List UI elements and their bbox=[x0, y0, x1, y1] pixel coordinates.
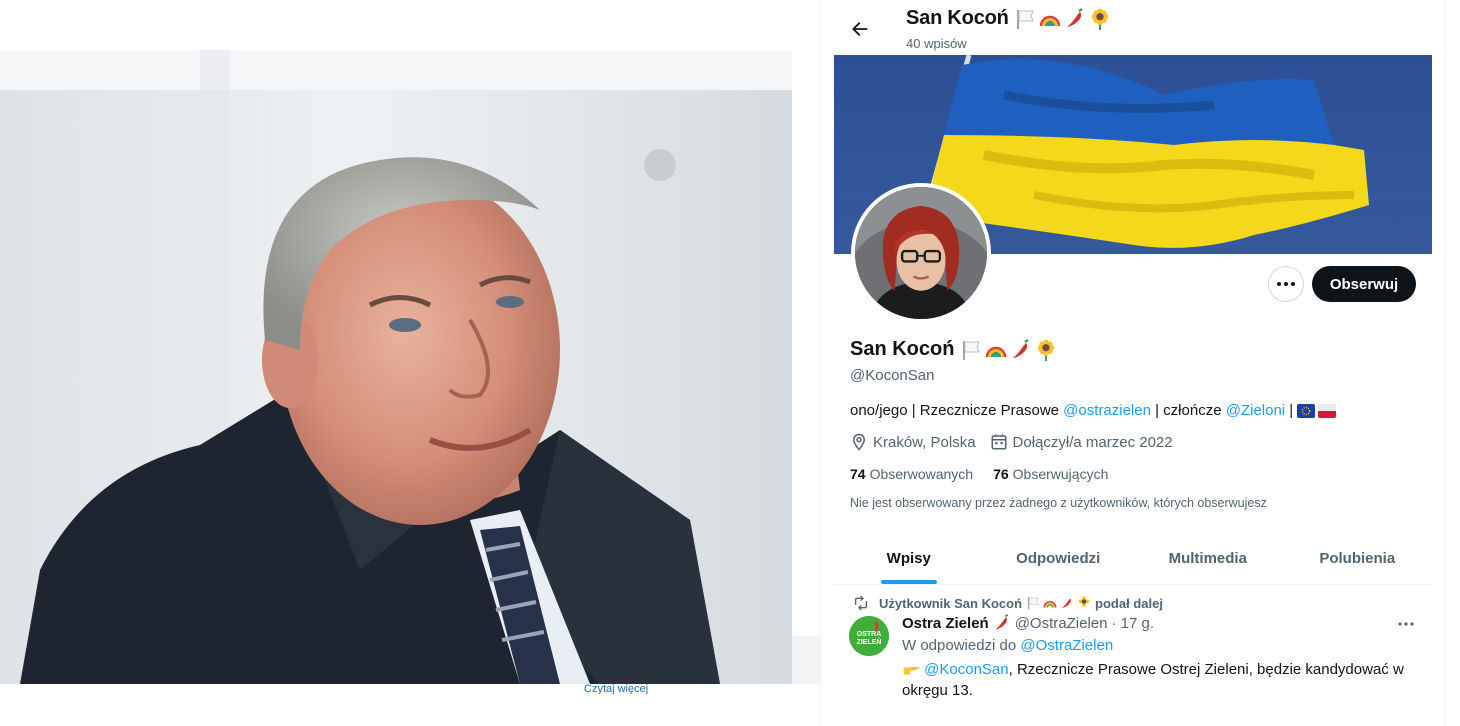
bio-link-zieloni[interactable]: @Zieloni bbox=[1226, 402, 1285, 419]
chili-emoji bbox=[1067, 7, 1083, 27]
logo-text-2: ZIELEŃ bbox=[857, 637, 882, 646]
photo-of-man-in-dark-coat bbox=[0, 50, 792, 684]
chili-emoji bbox=[1061, 598, 1071, 609]
profile-more-button[interactable] bbox=[1268, 266, 1304, 302]
tweet[interactable]: Użytkownik San Kocoń podał dalej OSTRA Z… bbox=[834, 586, 1432, 726]
profile-column: San Kocoń 40 wpisów Obserwuj San Kocoń @… bbox=[820, 0, 1446, 726]
tab-posts[interactable]: Wpisy bbox=[834, 533, 984, 584]
chili-emoji bbox=[1013, 338, 1030, 358]
profile-handle: @KoconSan bbox=[850, 367, 935, 384]
tweet-text: @KoconSan, Rzecznicze Prasowe Ostrej Zie… bbox=[902, 659, 1422, 701]
reply-prefix: W odpowiedzi do bbox=[902, 637, 1017, 654]
location-icon bbox=[852, 433, 866, 451]
rainbow-emoji bbox=[1039, 15, 1061, 27]
not-followed-notice: Nie jest obserwowany przez żadnego z uży… bbox=[850, 496, 1267, 510]
bio-text-3: | bbox=[1285, 402, 1298, 419]
profile-tabs: Wpisy Odpowiedzi Multimedia Polubienia bbox=[834, 533, 1432, 585]
eu-flag-emoji bbox=[1297, 403, 1316, 418]
reply-handle-link[interactable]: @OstraZielen bbox=[1020, 637, 1113, 654]
profile-name-text: San Kocoń bbox=[850, 338, 955, 360]
logo-text-1: OSTRA bbox=[857, 631, 882, 638]
white-flag-emoji bbox=[963, 340, 981, 360]
retweet-suffix: podał dalej bbox=[1095, 595, 1163, 611]
calendar-icon bbox=[991, 434, 1007, 450]
news-photo bbox=[0, 50, 792, 684]
followers-label: Obserwujących bbox=[1012, 466, 1109, 482]
tweet-author-handle[interactable]: @OstraZielen bbox=[1015, 615, 1108, 632]
bio-flags bbox=[1297, 403, 1337, 418]
point-right-emoji bbox=[903, 667, 920, 675]
white-flag-emoji bbox=[1017, 9, 1034, 29]
bio-text-2: | człończe bbox=[1150, 402, 1226, 419]
ostra-zielen-logo: OSTRA ZIELEŃ bbox=[849, 616, 889, 656]
mention-link[interactable]: @KoconSan bbox=[924, 661, 1008, 678]
profile-avatar[interactable] bbox=[851, 183, 991, 323]
sunflower-emoji bbox=[1091, 8, 1109, 30]
profile-meta: Kraków, Polska Dołączył/a marzec 2022 bbox=[850, 433, 1187, 451]
tweet-time[interactable]: · 17 g. bbox=[1111, 615, 1154, 632]
profile-top-bar: San Kocoń 40 wpisów bbox=[821, 0, 1445, 55]
rainbow-emoji bbox=[1043, 600, 1057, 608]
retweet-prefix: Użytkownik San Kocoń bbox=[879, 595, 1023, 611]
retweet-emoji-row bbox=[1026, 596, 1091, 610]
top-bar-title: San Kocoń bbox=[906, 7, 1111, 30]
name-emoji-row bbox=[1014, 7, 1111, 30]
tweet-more-button[interactable] bbox=[1394, 616, 1418, 632]
followers-link[interactable]: 76 Obserwujących bbox=[993, 466, 1108, 482]
tweet-header: Ostra Zieleń @OstraZielen · 17 g. bbox=[902, 614, 1154, 632]
back-arrow-icon bbox=[852, 22, 868, 36]
followers-count: 76 bbox=[993, 466, 1009, 482]
more-icon bbox=[1398, 622, 1414, 626]
joined-text: Dołączył/a marzec 2022 bbox=[1012, 433, 1173, 451]
sunflower-emoji bbox=[1038, 339, 1055, 361]
profile-location: Kraków, Polska bbox=[850, 433, 976, 451]
profile-bio: ono/jego | Rzecznicze Prasowe @ostraziel… bbox=[850, 402, 1337, 419]
white-flag-emoji bbox=[1027, 597, 1039, 610]
profile-stats: 74 Obserwowanych 76 Obserwujących bbox=[850, 466, 1108, 482]
location-text: Kraków, Polska bbox=[873, 433, 976, 451]
photo-edge bbox=[792, 636, 820, 684]
follow-button[interactable]: Obserwuj bbox=[1312, 266, 1416, 302]
retweet-context: Użytkownik San Kocoń podał dalej bbox=[855, 595, 1163, 611]
chili-emoji bbox=[995, 614, 1008, 630]
tweet-author-avatar[interactable]: OSTRA ZIELEŃ bbox=[849, 616, 889, 656]
more-icon bbox=[1277, 282, 1295, 286]
poland-flag-emoji bbox=[1318, 403, 1337, 418]
following-link[interactable]: 74 Obserwowanych bbox=[850, 466, 973, 482]
rainbow-emoji bbox=[986, 346, 1007, 357]
bio-link-ostrazielen[interactable]: @ostrazielen bbox=[1063, 402, 1151, 419]
photo-caption-link[interactable]: Czytaj więcej bbox=[584, 684, 674, 694]
top-bar-name: San Kocoń bbox=[906, 7, 1009, 29]
sunflower-emoji bbox=[1078, 596, 1090, 607]
following-count: 74 bbox=[850, 466, 866, 482]
tweet-author-name[interactable]: Ostra Zieleń bbox=[902, 615, 989, 632]
following-label: Obserwowanych bbox=[869, 466, 974, 482]
retweet-icon bbox=[855, 595, 867, 611]
tab-media[interactable]: Multimedia bbox=[1133, 533, 1283, 584]
post-count: 40 wpisów bbox=[906, 36, 967, 51]
tab-replies[interactable]: Odpowiedzi bbox=[984, 533, 1134, 584]
reply-context: W odpowiedzi do @OstraZielen bbox=[902, 637, 1113, 654]
back-button[interactable] bbox=[847, 16, 873, 42]
profile-emoji-row bbox=[960, 338, 1057, 361]
profile-joined: Dołączył/a marzec 2022 bbox=[990, 433, 1173, 451]
profile-name: San Kocoń bbox=[850, 338, 1057, 361]
avatar-photo bbox=[855, 187, 987, 319]
bio-text-1: ono/jego | Rzecznicze Prasowe bbox=[850, 402, 1064, 419]
tab-likes[interactable]: Polubienia bbox=[1283, 533, 1433, 584]
